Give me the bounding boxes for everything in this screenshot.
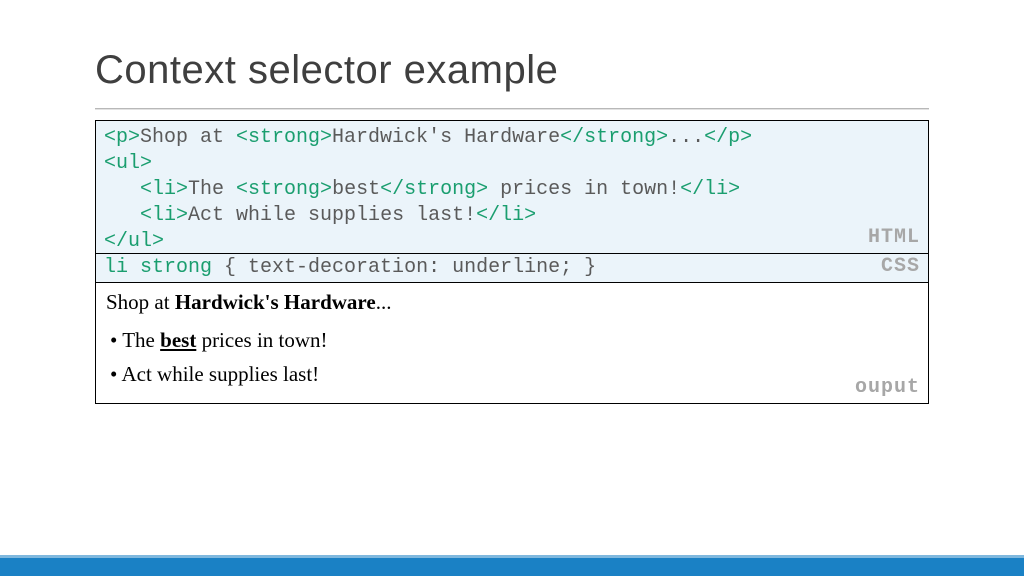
tag-close-ul: </ul> <box>104 230 164 253</box>
slide-title: Context selector example <box>95 48 558 93</box>
output-list: The best prices in town! Act while suppl… <box>106 323 918 391</box>
code-line: <li>The <strong>best</strong> prices in … <box>104 177 920 203</box>
output-paragraph: Shop at Hardwick's Hardware... <box>106 289 918 315</box>
code-line: <p>Shop at <strong>Hardwick's Hardware</… <box>104 125 920 151</box>
output-strong-underline: best <box>160 328 196 352</box>
title-underline <box>95 108 929 110</box>
output-panel: Shop at Hardwick's Hardware... The best … <box>95 282 929 404</box>
tag-close-p: </p> <box>704 126 752 149</box>
tag-close-li: </li> <box>476 204 536 227</box>
css-body: { text-decoration: underline; } <box>212 256 596 279</box>
list-item: Act while supplies last! <box>110 357 918 391</box>
tag-open-strong: <strong> <box>236 126 332 149</box>
css-code-panel: li strong { text-decoration: underline; … <box>95 253 929 283</box>
panel-label-html: HTML <box>868 225 920 251</box>
panel-label-output: ouput <box>855 375 920 401</box>
tag-open-li: <li> <box>140 204 188 227</box>
code-line: <li>Act while supplies last!</li> <box>104 203 920 229</box>
tag-open-ul: <ul> <box>104 152 152 175</box>
list-item: The best prices in town! <box>110 323 918 357</box>
panel-label-css: CSS <box>881 254 920 280</box>
tag-open-li: <li> <box>140 178 188 201</box>
tag-close-strong: </strong> <box>380 178 488 201</box>
tag-close-li: </li> <box>680 178 740 201</box>
css-selector: li strong <box>104 256 212 279</box>
html-code-panel: <p>Shop at <strong>Hardwick's Hardware</… <box>95 120 929 254</box>
code-line: <ul> <box>104 151 920 177</box>
code-line: </ul> <box>104 229 920 255</box>
tag-open-strong: <strong> <box>236 178 332 201</box>
footer-bar <box>0 555 1024 576</box>
slide: Context selector example <p>Shop at <str… <box>0 0 1024 576</box>
output-strong: Hardwick's Hardware <box>175 290 376 314</box>
tag-open-p: <p> <box>104 126 140 149</box>
tag-close-strong: </strong> <box>560 126 668 149</box>
